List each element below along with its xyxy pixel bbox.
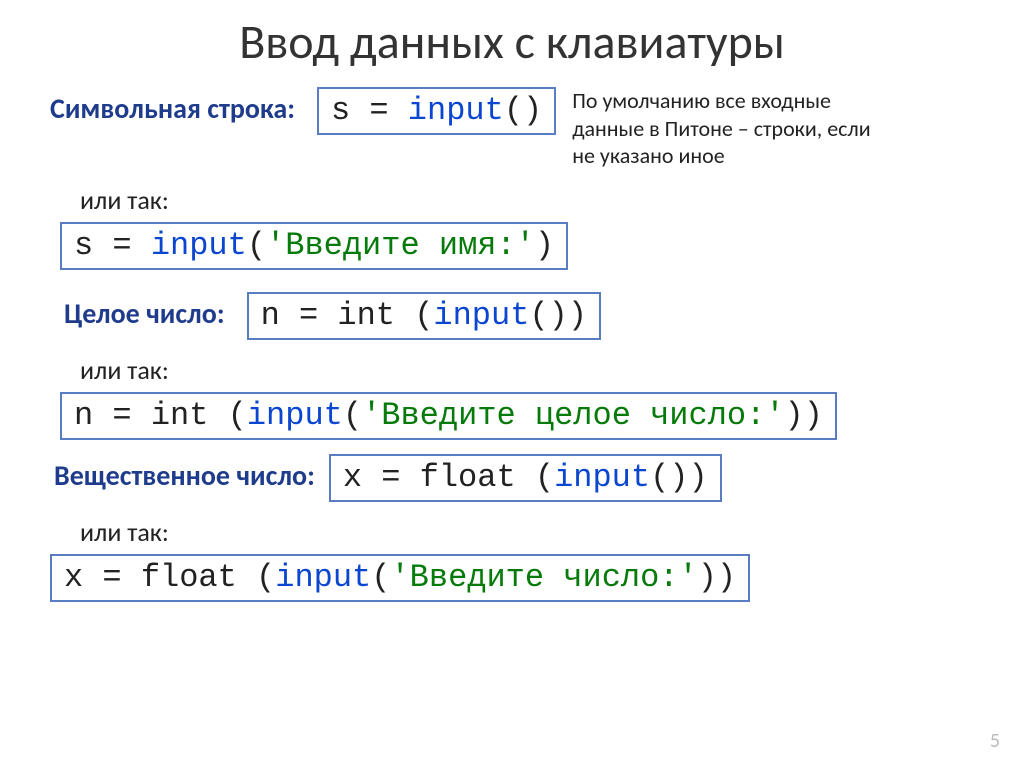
row-string: Символьная строка: s = input() По умолча… <box>50 87 974 170</box>
code-keyword: input <box>151 227 247 264</box>
code-text: n = int ( <box>74 397 247 434</box>
row-float-prompt: x = float (input('Введите число:')) <box>50 554 974 602</box>
code-text: n = int ( <box>261 297 434 334</box>
code-text: ) <box>535 227 554 264</box>
or-label-2: или так: <box>80 354 974 386</box>
code-text: ()) <box>529 297 587 334</box>
code-x-prompt: x = float (input('Введите число:')) <box>50 554 750 602</box>
code-text: )) <box>698 559 736 596</box>
row-int-prompt: n = int (input('Введите целое число:')) <box>60 392 974 440</box>
code-n-int: n = int (input()) <box>247 292 601 340</box>
code-string: 'Введите число:' <box>390 559 697 596</box>
label-float: Вещественное число: <box>54 454 315 493</box>
code-keyword: input <box>433 297 529 334</box>
code-text: ()) <box>650 459 708 496</box>
code-text: ( <box>343 397 362 434</box>
code-text: x = float ( <box>64 559 275 596</box>
code-keyword: input <box>275 559 371 596</box>
or-label-1: или так: <box>80 184 974 216</box>
or-label-3: или так: <box>80 516 974 548</box>
code-text: ( <box>247 227 266 264</box>
code-keyword: input <box>554 459 650 496</box>
code-text: )) <box>785 397 823 434</box>
slide-title: Ввод данных с клавиатуры <box>50 12 974 71</box>
code-s-prompt: s = input('Введите имя:') <box>60 222 568 270</box>
code-text: s = <box>74 227 151 264</box>
code-keyword: input <box>408 92 504 129</box>
code-string: 'Введите целое число:' <box>362 397 784 434</box>
row-int: Целое число: n = int (input()) <box>50 292 974 340</box>
code-text: s = <box>331 92 408 129</box>
code-n-prompt: n = int (input('Введите целое число:')) <box>60 392 837 440</box>
code-text: x = float ( <box>343 459 554 496</box>
row-string-prompt: s = input('Введите имя:') <box>60 222 974 270</box>
code-text: () <box>504 92 542 129</box>
page-number: 5 <box>990 729 1000 753</box>
row-float: Вещественное число: x = float (input()) <box>50 454 974 502</box>
note-default: По умолчанию все входные данные в Питоне… <box>572 87 882 170</box>
code-text: ( <box>371 559 390 596</box>
code-x-float: x = float (input()) <box>329 454 722 502</box>
label-string: Символьная строка: <box>50 87 295 126</box>
code-keyword: input <box>247 397 343 434</box>
code-s-input: s = input() <box>317 87 556 135</box>
label-int: Целое число: <box>64 292 225 331</box>
code-string: 'Введите имя:' <box>266 227 535 264</box>
